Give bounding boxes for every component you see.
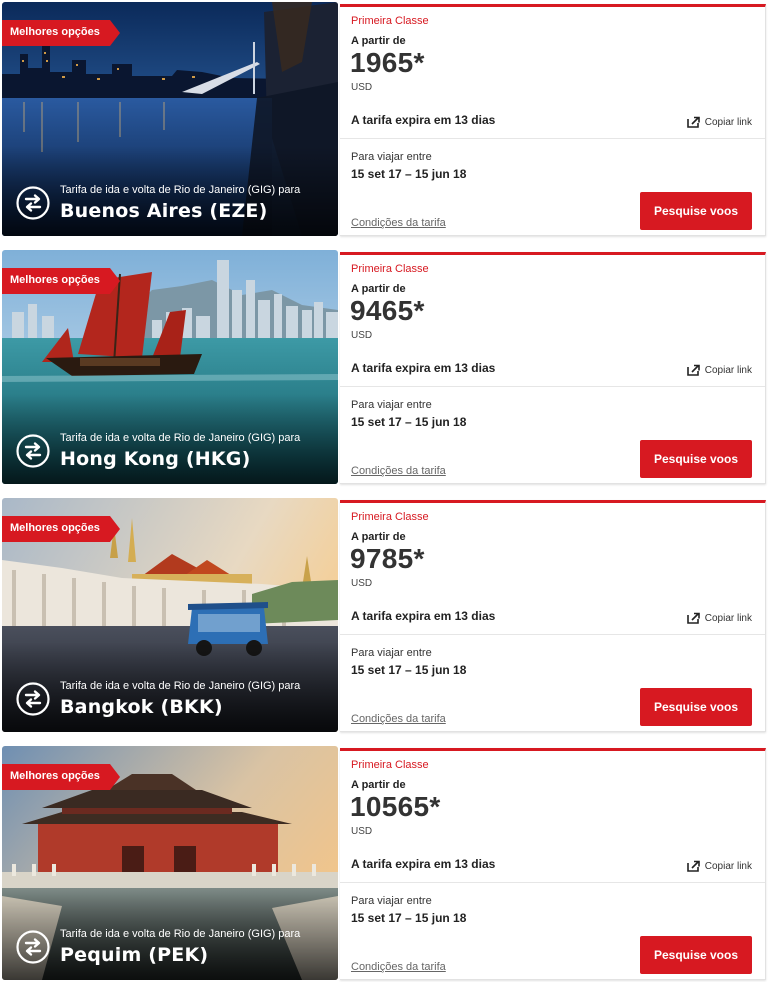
route-description: Tarifa de ida e volta de Rio de Janeiro … <box>60 680 301 692</box>
fare-expiry: A tarifa expira em 13 dias <box>351 361 496 375</box>
fare-panel: Primeira Classe A partir de 10565* USD A… <box>340 748 766 980</box>
search-flights-button[interactable]: Pesquise voos <box>640 192 752 230</box>
share-arrow-icon <box>686 116 700 128</box>
travel-window-label: Para viajar entre <box>351 151 432 163</box>
share-arrow-icon <box>686 860 700 872</box>
destination-name: Bangkok (BKK) <box>60 696 223 718</box>
fare-expiry: A tarifa expira em 13 dias <box>351 609 496 623</box>
divider <box>340 882 765 883</box>
fare-expiry: A tarifa expira em 13 dias <box>351 857 496 871</box>
fare-card-hong-kong: Melhores opções Tarifa de ida e volta de… <box>0 250 768 484</box>
from-label: A partir de <box>351 283 406 295</box>
destination-name: Buenos Aires (EZE) <box>60 200 268 222</box>
destination-photo[interactable]: Melhores opções Tarifa de ida e volta de… <box>2 250 338 484</box>
fare-panel: Primeira Classe A partir de 1965* USD A … <box>340 4 766 236</box>
destination-name: Hong Kong (HKG) <box>60 448 251 470</box>
share-arrow-icon <box>686 612 700 624</box>
cabin-class: Primeira Classe <box>351 759 429 771</box>
best-options-badge: Melhores opções <box>2 764 120 790</box>
copy-link-label: Copiar link <box>704 364 752 376</box>
fare-card-pequim: Melhores opções Tarifa de ida e volta de… <box>0 746 768 980</box>
route-description: Tarifa de ida e volta de Rio de Janeiro … <box>60 184 301 196</box>
copy-link-label: Copiar link <box>704 612 752 624</box>
round-trip-icon <box>16 682 50 716</box>
cabin-class: Primeira Classe <box>351 511 429 523</box>
fare-price: 9465* <box>350 295 425 326</box>
currency-code: USD <box>351 826 373 837</box>
copy-link-button[interactable]: Copiar link <box>686 860 752 872</box>
currency-code: USD <box>351 330 373 341</box>
share-arrow-icon <box>686 364 700 376</box>
travel-dates: 15 set 17 – 15 jun 18 <box>351 911 467 925</box>
route-description: Tarifa de ida e volta de Rio de Janeiro … <box>60 432 301 444</box>
copy-link-button[interactable]: Copiar link <box>686 116 752 128</box>
travel-dates: 15 set 17 – 15 jun 18 <box>351 415 467 429</box>
fare-card-buenos-aires: Melhores opções Tarifa de ida e volta de… <box>0 2 768 236</box>
travel-window-label: Para viajar entre <box>351 895 432 907</box>
cabin-class: Primeira Classe <box>351 15 429 27</box>
search-flights-button[interactable]: Pesquise voos <box>640 688 752 726</box>
destination-photo[interactable]: Melhores opções Tarifa de ida e volta de… <box>2 746 338 980</box>
destination-name: Pequim (PEK) <box>60 944 209 966</box>
best-options-badge: Melhores opções <box>2 516 120 542</box>
destination-photo[interactable]: Melhores opções Tarifa de ida e volta de… <box>2 2 338 236</box>
fare-card-bangkok: Melhores opções Tarifa de ida e volta de… <box>0 498 768 732</box>
currency-code: USD <box>351 578 373 589</box>
fare-panel: Primeira Classe A partir de 9785* USD A … <box>340 500 766 732</box>
divider <box>340 634 765 635</box>
travel-dates: 15 set 17 – 15 jun 18 <box>351 663 467 677</box>
fare-conditions-link[interactable]: Condições da tarifa <box>351 961 446 973</box>
from-label: A partir de <box>351 35 406 47</box>
travel-window-label: Para viajar entre <box>351 647 432 659</box>
from-label: A partir de <box>351 531 406 543</box>
copy-link-button[interactable]: Copiar link <box>686 364 752 376</box>
fare-panel: Primeira Classe A partir de 9465* USD A … <box>340 252 766 484</box>
badge-label: Melhores opções <box>10 274 100 286</box>
round-trip-icon <box>16 930 50 964</box>
travel-dates: 15 set 17 – 15 jun 18 <box>351 167 467 181</box>
best-options-badge: Melhores opções <box>2 268 120 294</box>
fare-price: 9785* <box>350 543 425 574</box>
fare-conditions-link[interactable]: Condições da tarifa <box>351 713 446 725</box>
round-trip-icon <box>16 434 50 468</box>
search-flights-button[interactable]: Pesquise voos <box>640 936 752 974</box>
divider <box>340 386 765 387</box>
fare-price: 1965* <box>350 47 425 78</box>
badge-label: Melhores opções <box>10 770 100 782</box>
divider <box>340 138 765 139</box>
destination-photo[interactable]: Melhores opções Tarifa de ida e volta de… <box>2 498 338 732</box>
copy-link-label: Copiar link <box>704 860 752 872</box>
currency-code: USD <box>351 82 373 93</box>
badge-label: Melhores opções <box>10 522 100 534</box>
cabin-class: Primeira Classe <box>351 263 429 275</box>
fare-conditions-link[interactable]: Condições da tarifa <box>351 217 446 229</box>
route-description: Tarifa de ida e volta de Rio de Janeiro … <box>60 928 301 940</box>
travel-window-label: Para viajar entre <box>351 399 432 411</box>
badge-label: Melhores opções <box>10 26 100 38</box>
best-options-badge: Melhores opções <box>2 20 120 46</box>
fare-price: 10565* <box>350 791 441 822</box>
round-trip-icon <box>16 186 50 220</box>
fare-conditions-link[interactable]: Condições da tarifa <box>351 465 446 477</box>
search-flights-button[interactable]: Pesquise voos <box>640 440 752 478</box>
fare-expiry: A tarifa expira em 13 dias <box>351 113 496 127</box>
from-label: A partir de <box>351 779 406 791</box>
copy-link-button[interactable]: Copiar link <box>686 612 752 624</box>
copy-link-label: Copiar link <box>704 116 752 128</box>
